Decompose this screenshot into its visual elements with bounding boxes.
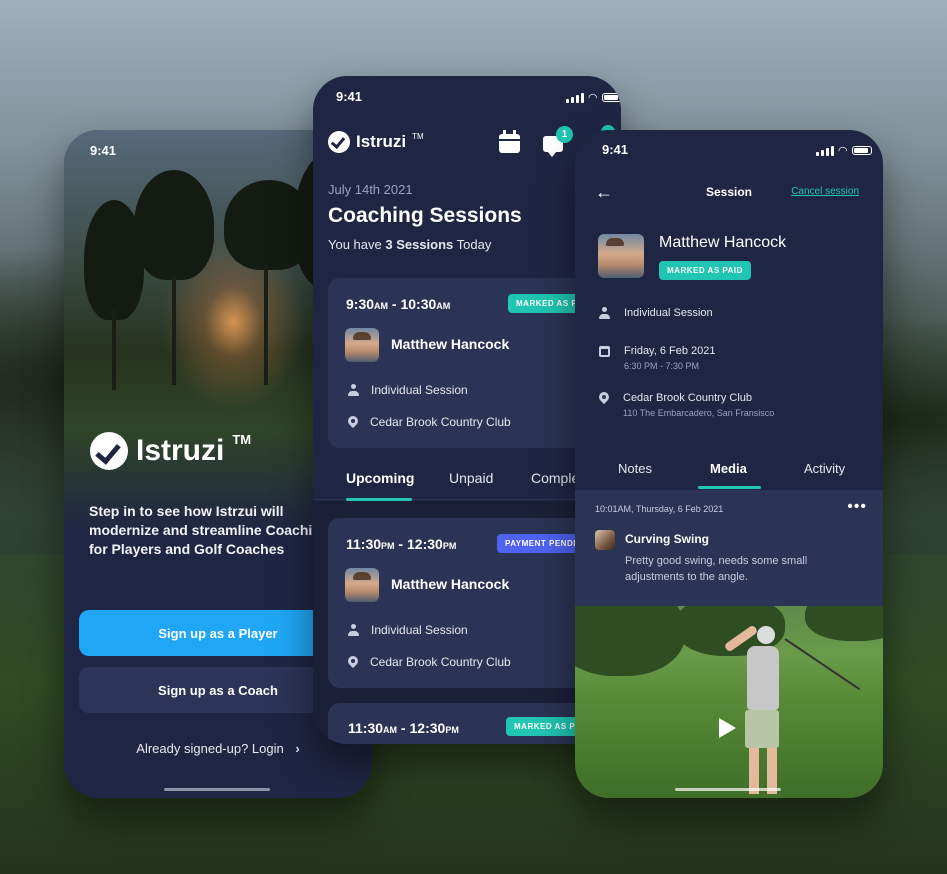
note-body: Pretty good swing, needs some small adju… [625, 555, 808, 583]
golfer-figure [723, 624, 795, 798]
video-tree [575, 606, 685, 676]
tab-upcoming[interactable]: Upcoming [346, 470, 414, 486]
person-icon [599, 307, 610, 319]
summary-text: You have [328, 237, 386, 252]
battery-icon [601, 93, 621, 102]
signal-icon [816, 145, 834, 156]
notification-badge: 1 [556, 126, 573, 143]
status-icons: ◠ [816, 144, 872, 157]
session-type: Individual Session [624, 307, 713, 319]
tab-activity[interactable]: Activity [804, 461, 845, 476]
golfer-torso [747, 646, 779, 710]
session-type-row: Individual Session [599, 307, 713, 319]
session-location: Cedar Brook Country Club [370, 655, 511, 669]
home-indicator [675, 788, 781, 791]
note-title: Curving Swing [625, 532, 709, 546]
tab-notes[interactable]: Notes [618, 461, 652, 476]
golfer-shorts [745, 710, 779, 748]
login-link-label: Already signed-up? Login [136, 741, 284, 756]
brand-name: Istruzi [136, 434, 225, 467]
location-row: Cedar Brook Country Club [348, 655, 511, 669]
sessions-summary: You have 3 Sessions Today [328, 237, 491, 252]
avatar [598, 234, 644, 278]
brand-logo: Istruzi TM [90, 432, 251, 470]
video-tree [805, 606, 883, 641]
wifi-icon: ◠ [838, 145, 848, 157]
intro-text: Step in to see how Istrzui will moderniz… [89, 503, 330, 557]
person-icon [348, 384, 359, 396]
media-note: 10:01AM, Thursday, 6 Feb 2021 ••• Curvin… [575, 490, 883, 606]
active-tab-indicator [698, 486, 761, 489]
tab-media[interactable]: Media [710, 461, 747, 476]
calendar-icon [599, 346, 610, 357]
brand-trademark: TM [412, 131, 424, 141]
avatar [595, 530, 615, 550]
summary-count: 3 Sessions [385, 237, 454, 252]
photo-tree [134, 170, 214, 280]
avatar [345, 328, 379, 362]
person-icon [348, 624, 359, 636]
session-type: Individual Session [371, 383, 468, 397]
wifi-icon: ◠ [588, 92, 598, 104]
club-name: Cedar Brook Country Club [623, 392, 753, 404]
chevron-right-icon: › [295, 741, 300, 756]
session-type: Individual Session [371, 623, 468, 637]
note-timestamp: 10:01AM, Thursday, 6 Feb 2021 [595, 504, 724, 514]
active-tab-indicator [346, 498, 412, 501]
swing-video[interactable] [575, 606, 883, 798]
golf-club [784, 638, 861, 691]
status-badge: MARKED AS PAID [659, 261, 751, 280]
battery-icon [851, 146, 872, 155]
date-row: Friday, 6 Feb 2021 6:30 PM - 7:30 PM [599, 345, 716, 371]
session-time-range: 6:30 PM - 7:30 PM [624, 361, 700, 371]
current-date: July 14th 2021 [328, 182, 413, 197]
session-type-row: Individual Session [348, 383, 468, 397]
player-name: Matthew Hancock [391, 576, 510, 592]
location-pin-icon [599, 392, 609, 404]
play-icon[interactable] [719, 718, 736, 738]
avatar [345, 568, 379, 602]
session-date: Friday, 6 Feb 2021 [624, 345, 716, 357]
photo-trunk [112, 310, 116, 390]
cancel-session-link[interactable]: Cancel session [791, 186, 859, 197]
location-row: Cedar Brook Country Club [348, 415, 511, 429]
location-row: Cedar Brook Country Club 110 The Embarca… [599, 392, 774, 418]
logo-check-icon [328, 131, 350, 153]
status-time: 9:41 [602, 142, 629, 157]
player-name: Matthew Hancock [659, 234, 787, 251]
photo-trunk [264, 265, 268, 385]
club-address: 110 The Embarcadero, San Fransisco [623, 408, 775, 418]
summary-text: Today [453, 237, 492, 252]
brand-trademark: TM [232, 431, 252, 447]
phone-session-detail-screen: 9:41 ◠ ← Session Cancel session Matthew … [575, 130, 883, 798]
golfer-head [757, 626, 775, 644]
home-indicator [164, 788, 270, 791]
logo-check-icon [90, 432, 128, 470]
signal-icon [566, 92, 584, 103]
location-pin-icon [348, 656, 358, 668]
location-pin-icon [348, 416, 358, 428]
status-icons: ◠ [566, 91, 621, 104]
photo-trunk [172, 275, 176, 385]
nav-bar: ← Session Cancel session [575, 182, 883, 202]
app-header-brand: Istruzi TM [328, 131, 424, 153]
session-location: Cedar Brook Country Club [370, 415, 511, 429]
session-time: 11:30PM - 12:30PM [346, 536, 457, 552]
detail-tabs: Notes Media Activity [575, 450, 883, 490]
session-time: 9:30AM - 10:30AM [346, 296, 451, 312]
calendar-icon[interactable] [499, 130, 520, 153]
session-time: 11:30AM - 12:30PM [348, 720, 459, 736]
session-type-row: Individual Session [348, 623, 468, 637]
player-name: Matthew Hancock [391, 336, 510, 352]
page-title: Coaching Sessions [328, 204, 522, 227]
status-time: 9:41 [336, 89, 363, 104]
brand-name: Istruzi [356, 132, 407, 151]
tab-unpaid[interactable]: Unpaid [449, 470, 493, 486]
status-time: 9:41 [90, 143, 117, 158]
more-options-icon[interactable]: ••• [847, 498, 867, 516]
